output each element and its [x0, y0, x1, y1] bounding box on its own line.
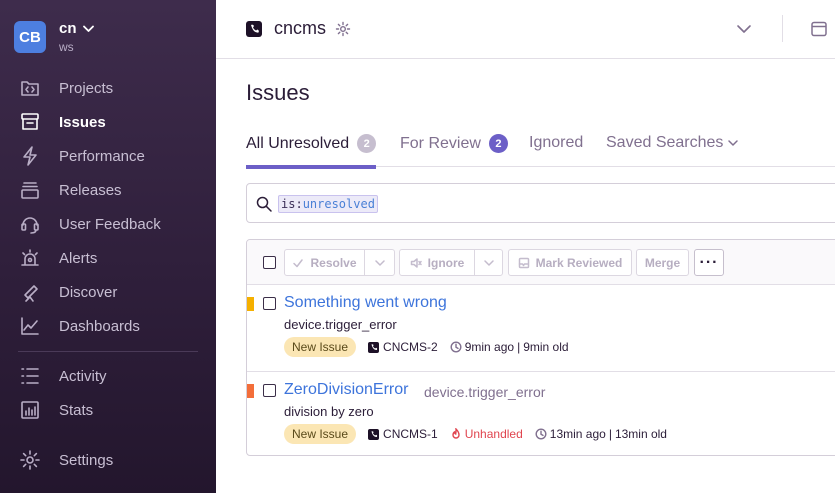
issue-title-link[interactable]: ZeroDivisionError [284, 381, 408, 399]
search-icon [256, 196, 272, 212]
project-selector[interactable]: cncms [246, 18, 351, 39]
releases-icon [19, 179, 41, 201]
tab-all-unresolved[interactable]: All Unresolved 2 [246, 134, 377, 169]
issue-message: division by zero [284, 404, 374, 419]
chevron-down-icon[interactable] [736, 21, 752, 37]
performance-icon [19, 145, 41, 167]
issue-title-link[interactable]: Something went wrong [284, 294, 447, 312]
user-feedback-icon [19, 213, 41, 235]
org-avatar: CB [14, 21, 46, 53]
chevron-down-icon [728, 140, 739, 146]
projects-icon [19, 77, 41, 99]
project-name: cncms [274, 18, 327, 38]
window-icon[interactable] [810, 20, 828, 38]
last-seen: 9min ago [464, 340, 515, 354]
issue-culprit: device.trigger_error [424, 384, 546, 400]
chevron-down-icon [374, 259, 385, 266]
sidebar-item-issues[interactable]: Issues [0, 107, 216, 137]
discover-icon [19, 281, 41, 303]
ignore-dropdown-button[interactable] [474, 249, 503, 276]
chevron-down-icon [483, 259, 494, 266]
issue-short-id[interactable]: CNCMS-2 [368, 340, 438, 354]
activity-icon [19, 365, 41, 387]
org-name: cn [59, 20, 77, 37]
issue-short-id[interactable]: CNCMS-1 [368, 427, 438, 441]
first-seen-age: 9min old [523, 340, 569, 354]
project-platform-icon [368, 428, 380, 440]
bulk-action-toolbar: Resolve Ignore Mark Reviewed Merge ··· [247, 240, 835, 285]
issue-meta: New Issue CNCMS-1 Unhandled 13min ago | … [284, 424, 667, 444]
fire-icon [452, 428, 460, 439]
more-actions-button[interactable]: ··· [694, 249, 724, 276]
project-platform-icon [246, 20, 262, 37]
sidebar-divider [18, 351, 198, 352]
sidebar-item-settings[interactable]: Settings [0, 445, 216, 475]
org-username: ws [59, 40, 74, 54]
issue-message: device.trigger_error [284, 317, 397, 332]
unhandled-badge: Unhandled [450, 427, 523, 441]
inbox-icon [518, 257, 529, 268]
tab-count-badge: 2 [357, 134, 377, 153]
issue-checkbox[interactable] [263, 297, 276, 310]
issue-search-input[interactable]: is:unresolved [246, 183, 835, 223]
new-issue-badge: New Issue [284, 424, 357, 444]
dashboards-icon [19, 315, 41, 337]
tab-for-review[interactable]: For Review 2 [400, 134, 508, 153]
gear-icon[interactable] [335, 21, 351, 37]
page-title: Issues [246, 80, 310, 105]
last-seen: 13min ago [549, 427, 606, 441]
issues-icon [19, 111, 41, 133]
stats-icon [19, 399, 41, 421]
ignore-button[interactable]: Ignore [399, 249, 475, 276]
issue-list: Resolve Ignore Mark Reviewed Merge ··· S… [246, 239, 835, 456]
sidebar-item-user-feedback[interactable]: User Feedback [0, 209, 216, 239]
org-switcher[interactable]: CB cn ws [14, 21, 94, 54]
select-all-checkbox[interactable] [263, 256, 276, 269]
alerts-icon [19, 247, 41, 269]
first-seen-age: 13min old [614, 427, 667, 441]
clock-icon [450, 341, 462, 353]
issue-row[interactable]: Something went wrong device.trigger_erro… [247, 285, 835, 370]
issue-timestamps: 13min ago | 13min old [535, 427, 667, 441]
tab-saved-searches[interactable]: Saved Searches [606, 134, 739, 152]
sidebar: CB cn ws Projects Issues Performance Rel… [0, 0, 216, 493]
sidebar-item-projects[interactable]: Projects [0, 73, 216, 103]
issue-meta: New Issue CNCMS-2 9min ago | 9min old [284, 337, 569, 357]
clock-icon [535, 428, 547, 440]
sidebar-item-alerts[interactable]: Alerts [0, 243, 216, 273]
sidebar-item-releases[interactable]: Releases [0, 175, 216, 205]
sidebar-item-discover[interactable]: Discover [0, 277, 216, 307]
sidebar-item-stats[interactable]: Stats [0, 395, 216, 425]
sidebar-item-performance[interactable]: Performance [0, 141, 216, 171]
issue-row[interactable]: ZeroDivisionError device.trigger_error d… [247, 371, 835, 455]
issue-timestamps: 9min ago | 9min old [450, 340, 569, 354]
level-indicator [247, 384, 254, 398]
new-issue-badge: New Issue [284, 337, 357, 357]
resolve-dropdown-button[interactable] [364, 249, 395, 276]
tab-ignored[interactable]: Ignored [529, 134, 583, 152]
sidebar-item-activity[interactable]: Activity [0, 361, 216, 391]
tab-count-badge: 2 [488, 134, 508, 153]
project-platform-icon [368, 341, 380, 353]
mark-reviewed-button[interactable]: Mark Reviewed [508, 249, 632, 276]
sidebar-item-dashboards[interactable]: Dashboards [0, 311, 216, 341]
settings-icon [19, 449, 41, 471]
level-indicator [247, 297, 254, 311]
check-icon [293, 258, 304, 267]
search-token[interactable]: is:unresolved [278, 195, 378, 213]
mute-icon [410, 257, 422, 268]
project-header: cncms [216, 0, 835, 59]
issue-tabs: All Unresolved 2 For Review 2 Ignored Sa… [246, 132, 835, 169]
chevron-down-icon [82, 25, 94, 32]
resolve-button[interactable]: Resolve [284, 249, 365, 276]
header-divider [782, 15, 783, 42]
merge-button[interactable]: Merge [636, 249, 689, 276]
issue-checkbox[interactable] [263, 384, 276, 397]
